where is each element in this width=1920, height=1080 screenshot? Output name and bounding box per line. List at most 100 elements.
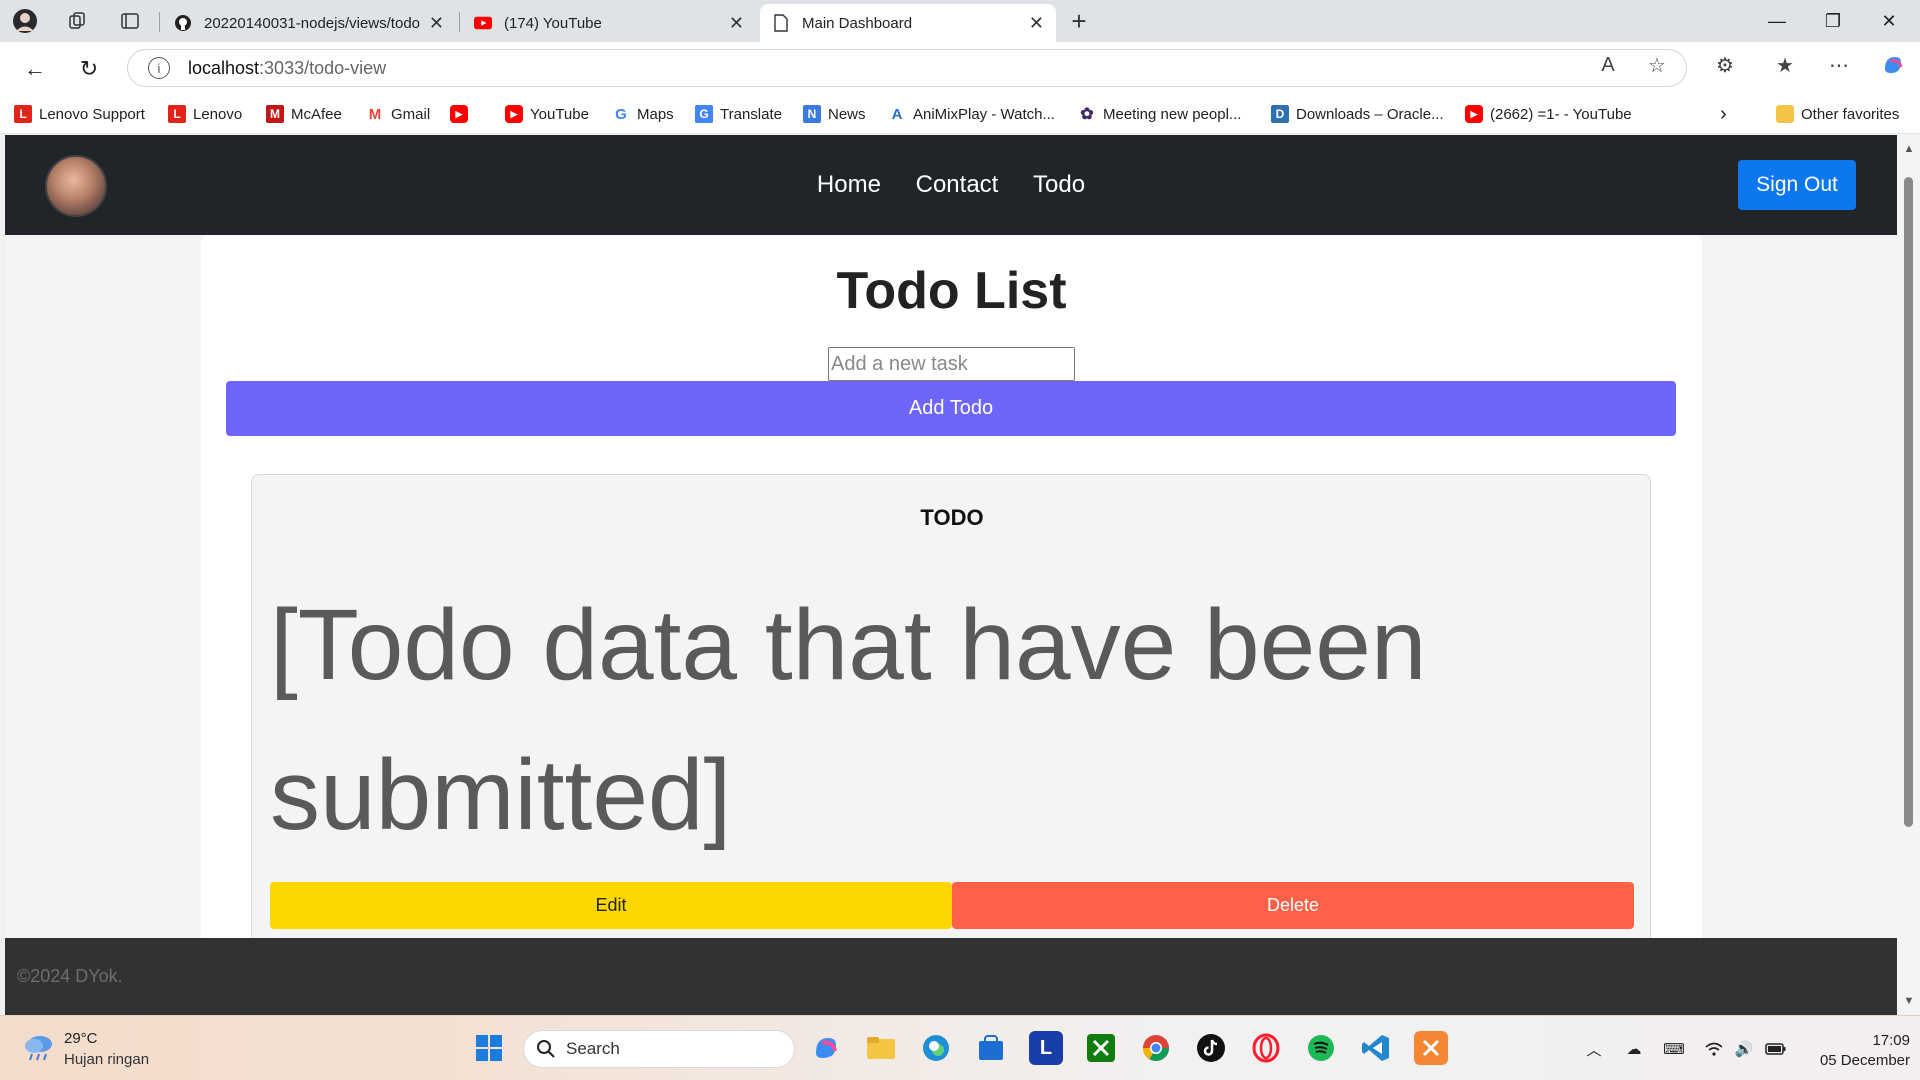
search-icon (536, 1039, 556, 1059)
close-window-icon[interactable]: ✕ (1866, 8, 1912, 34)
delete-button[interactable]: Delete (952, 882, 1634, 929)
youtube-icon (474, 14, 492, 32)
back-icon[interactable]: ← (20, 54, 50, 84)
bookmarks-overflow-chevron-icon[interactable]: › (1720, 102, 1727, 126)
file-explorer-icon[interactable] (864, 1031, 898, 1065)
bookmark-gmail[interactable]: M Gmail (366, 102, 430, 126)
bookmark-other-favorites[interactable]: Other favorites (1776, 102, 1899, 126)
more-menu-icon[interactable]: ⋯ (1824, 50, 1854, 80)
battery-icon[interactable] (1765, 1038, 1787, 1060)
clock-time: 17:09 (1872, 1032, 1910, 1049)
news-icon: N (803, 105, 821, 123)
weather-summary: Hujan ringan (64, 1051, 150, 1068)
copilot-icon[interactable] (1878, 50, 1908, 80)
tab-actions-icon[interactable] (117, 8, 143, 34)
chevron-up-icon[interactable]: ︿ (1583, 1038, 1605, 1060)
volume-icon[interactable]: 🔊 (1733, 1038, 1755, 1060)
onedrive-offline-icon[interactable]: ☁ (1623, 1038, 1645, 1060)
screen: 20220140031-nodejs/views/todo... ✕ (174)… (0, 0, 1920, 1080)
sign-out-button[interactable]: Sign Out (1738, 160, 1856, 210)
youtube-icon: ▶ (450, 105, 468, 123)
animixplay-icon: A (888, 105, 906, 123)
bookmark-youtube[interactable]: ▶ YouTube (505, 102, 589, 126)
bookmark-meeting[interactable]: ✿ Meeting new peopl... (1078, 102, 1241, 126)
read-aloud-icon[interactable]: A (1593, 50, 1623, 80)
favorite-star-icon[interactable]: ☆ (1642, 50, 1672, 80)
restore-icon[interactable]: ❐ (1810, 8, 1856, 34)
bookmark-animixplay[interactable]: A AniMixPlay - Watch... (888, 102, 1055, 126)
spotify-icon[interactable] (1304, 1031, 1338, 1065)
tab-github[interactable]: 20220140031-nodejs/views/todo... ✕ (162, 4, 456, 42)
edit-button[interactable]: Edit (270, 882, 952, 929)
bookmark-maps[interactable]: G Maps (612, 102, 674, 126)
workspaces-icon[interactable] (64, 8, 90, 34)
wifi-icon[interactable] (1703, 1038, 1725, 1060)
windows-start-icon[interactable] (472, 1031, 506, 1065)
tab-label: Main Dashboard (802, 14, 913, 32)
weather-temp: 29°C (64, 1030, 98, 1047)
todo-text: [Todo data that have been submitted] (270, 589, 1427, 851)
close-icon[interactable]: ✕ (1029, 13, 1044, 34)
profile-avatar-icon[interactable] (12, 8, 38, 34)
close-icon[interactable]: ✕ (429, 13, 444, 34)
reload-icon[interactable]: ↻ (74, 54, 104, 84)
bookmark-youtube-2662[interactable]: ▶ (2662) =1- - YouTube (1465, 102, 1632, 126)
app-navbar: Home Contact Todo Sign Out (5, 135, 1897, 235)
nav-links: Home Contact Todo (5, 171, 1897, 199)
microsoft-store-icon[interactable] (974, 1031, 1008, 1065)
bookmark-downloads-oracle[interactable]: D Downloads – Oracle... (1271, 102, 1444, 126)
xampp-icon[interactable] (1414, 1031, 1448, 1065)
add-todo-button[interactable]: Add Todo (226, 381, 1676, 436)
lenovo-vantage-icon[interactable]: L (1029, 1031, 1063, 1065)
edge-browser-icon[interactable] (919, 1031, 953, 1065)
address-bar[interactable]: i localhost:3033/todo-view (127, 49, 1687, 87)
bookmark-translate[interactable]: G Translate (695, 102, 782, 126)
bookmark-lenovo-support[interactable]: L Lenovo Support (14, 102, 145, 126)
close-icon[interactable]: ✕ (729, 13, 744, 34)
vertical-scrollbar[interactable]: ▲ ▼ (1897, 135, 1920, 1015)
nav-contact[interactable]: Contact (916, 171, 999, 199)
taskbar-search[interactable]: Search (523, 1030, 795, 1068)
tab-label: (174) YouTube (504, 14, 602, 32)
scroll-down-icon[interactable]: ▼ (1903, 995, 1915, 1007)
new-tab-icon[interactable]: + (1066, 6, 1092, 36)
xbox-icon[interactable] (1084, 1031, 1118, 1065)
todo-card: TODO [Todo data that have been submitted… (251, 474, 1651, 1015)
favorites-icon[interactable]: ★ (1770, 50, 1800, 80)
taskbar-clock[interactable]: 17:09 05 December (1810, 1031, 1910, 1071)
tab-main-dashboard[interactable]: Main Dashboard ✕ (760, 4, 1056, 42)
youtube-icon: ▶ (1465, 105, 1483, 123)
mcafee-icon: M (266, 105, 284, 123)
bookmark-mcafee[interactable]: M McAfee (266, 102, 342, 126)
site-info-icon[interactable]: i (148, 57, 170, 79)
folder-icon (1776, 105, 1794, 123)
tab-youtube[interactable]: (174) YouTube ✕ (462, 4, 756, 42)
youtube-icon: ▶ (505, 105, 523, 123)
clock-date: 05 December (1819, 1052, 1910, 1069)
google-icon: G (612, 105, 630, 123)
bookmark-news[interactable]: N News (803, 102, 866, 126)
gmail-icon: M (366, 105, 384, 123)
chrome-icon[interactable] (1139, 1031, 1173, 1065)
weather-rain-icon[interactable] (22, 1032, 58, 1062)
opera-icon[interactable] (1249, 1031, 1283, 1065)
web-page: Home Contact Todo Sign Out Todo List Add… (5, 135, 1897, 1015)
new-task-input[interactable] (828, 347, 1075, 381)
tiktok-icon[interactable] (1194, 1031, 1228, 1065)
page-footer: ©2024 DYok. (5, 938, 1897, 1015)
nav-todo[interactable]: Todo (1033, 171, 1085, 199)
browser-tab-bar: 20220140031-nodejs/views/todo... ✕ (174)… (0, 0, 1920, 42)
scroll-up-icon[interactable]: ▲ (1903, 143, 1915, 155)
bookmark-youtube-unnamed[interactable]: ▶ (450, 102, 475, 126)
nav-home[interactable]: Home (817, 171, 881, 199)
clover-icon: ✿ (1078, 105, 1096, 123)
bookmark-lenovo[interactable]: L Lenovo (168, 102, 242, 126)
minimize-icon[interactable]: — (1754, 8, 1800, 34)
address-host: localhost (188, 57, 260, 78)
keyboard-icon[interactable]: ⌨ (1663, 1038, 1685, 1060)
copilot-app-icon[interactable] (809, 1031, 843, 1065)
scrollbar-thumb[interactable] (1904, 177, 1913, 827)
vscode-icon[interactable] (1359, 1031, 1393, 1065)
extensions-icon[interactable]: ⚙ (1710, 50, 1740, 80)
page-icon (772, 14, 790, 32)
